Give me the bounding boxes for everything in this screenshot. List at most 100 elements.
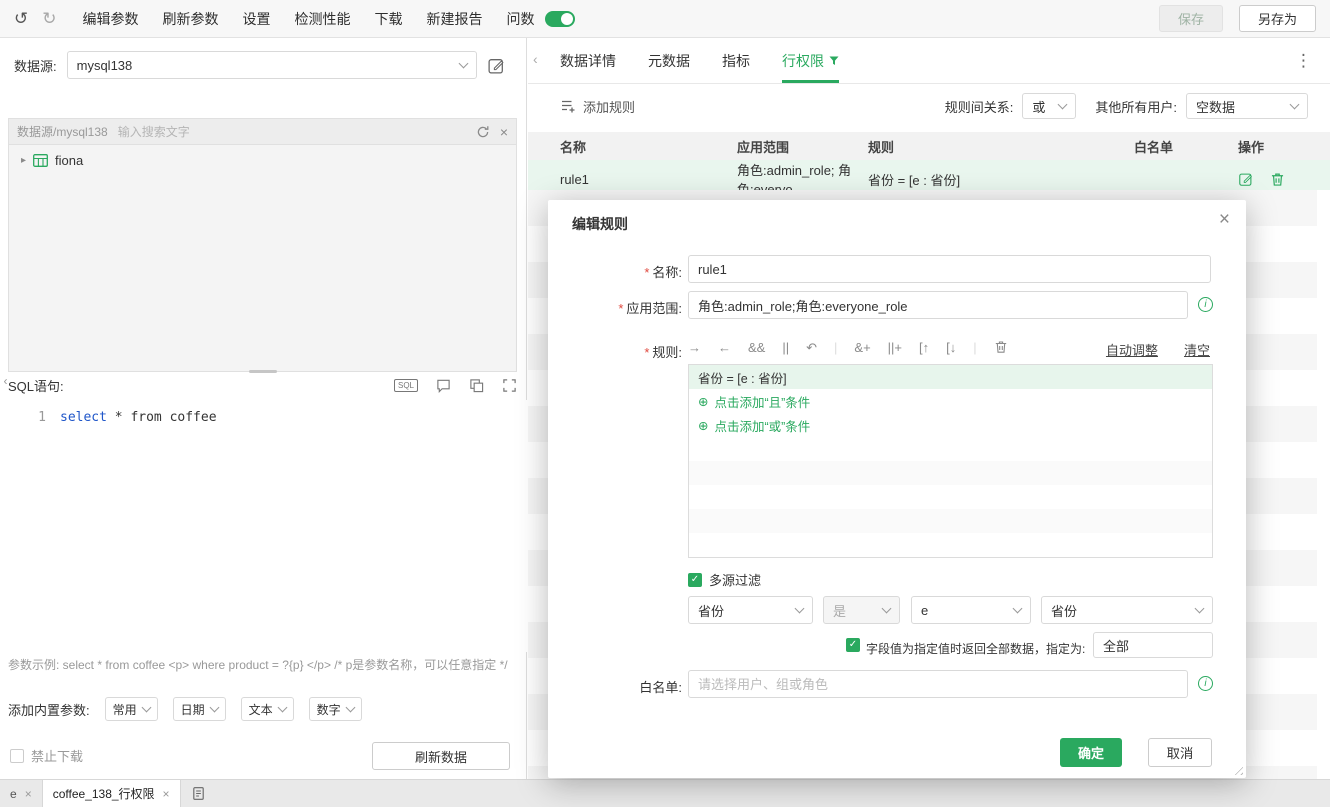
ask-data-toggle[interactable]	[544, 10, 575, 27]
sql-keyword: select	[60, 410, 107, 425]
rule-condition-box: 省份 = [e : 省份] ⊕ 点击添加“且”条件 ⊕ 点击添加“或”条件	[688, 364, 1213, 558]
delete-condition-icon[interactable]	[994, 340, 1008, 354]
datasource-select[interactable]: mysql138	[66, 51, 477, 79]
tab-row-permission[interactable]: 行权限	[782, 38, 839, 83]
tab-metadata[interactable]: 元数据	[648, 38, 690, 83]
menu-ask-data[interactable]: 问数	[507, 9, 535, 29]
copy-icon[interactable]	[469, 378, 484, 393]
whitelist-input[interactable]	[688, 670, 1188, 698]
close-tree-icon[interactable]: ×	[500, 125, 508, 139]
chevron-down-icon	[458, 58, 469, 68]
add-and-group-icon[interactable]: &+	[854, 341, 870, 354]
tree-header: 数据源/mysql138 ×	[9, 119, 516, 145]
menu-download[interactable]: 下载	[375, 9, 403, 29]
indent-right-icon[interactable]: →	[688, 341, 701, 354]
filter-operator-select[interactable]: 是	[823, 596, 900, 624]
or-operator-icon[interactable]: ||	[782, 341, 789, 354]
delete-rule-icon[interactable]	[1270, 172, 1285, 187]
new-tab-icon[interactable]	[181, 780, 216, 807]
refresh-data-button[interactable]: 刷新数据	[372, 742, 510, 770]
col-scope: 应用范围	[737, 139, 790, 155]
tab-metrics[interactable]: 指标	[722, 38, 750, 83]
save-as-button[interactable]: 另存为	[1238, 5, 1316, 32]
line-number: 1	[38, 410, 46, 425]
auto-adjust-link[interactable]: 自动调整	[1106, 340, 1158, 359]
col-operation: 操作	[1238, 139, 1265, 155]
builtin-number-select[interactable]: 数字	[308, 697, 362, 721]
menu-edit-params[interactable]: 编辑参数	[83, 9, 139, 29]
bracket-down-icon[interactable]: [↓	[946, 341, 956, 354]
other-users-select[interactable]: 空数据	[1186, 93, 1308, 119]
redo-icon[interactable]: ↻	[42, 10, 56, 27]
return-all-checkbox[interactable]: ✓	[846, 638, 860, 652]
relation-value: 或	[1032, 99, 1046, 115]
builtin-date-select[interactable]: 日期	[172, 697, 226, 721]
cancel-button[interactable]: 取消	[1148, 738, 1212, 767]
add-and-condition[interactable]: ⊕ 点击添加“且”条件	[689, 389, 1212, 413]
refresh-tree-icon[interactable]	[476, 125, 490, 139]
add-rule-button[interactable]: 添加规则	[560, 97, 635, 116]
tree-search-input[interactable]	[117, 124, 466, 139]
filter-target-select[interactable]: 省份	[1041, 596, 1213, 624]
builtin-common-select[interactable]: 常用	[104, 697, 158, 721]
add-or-condition[interactable]: ⊕ 点击添加“或”条件	[689, 413, 1212, 437]
multi-source-filter-row[interactable]: ✓ 多源过滤	[688, 570, 761, 589]
collapse-left-edge-icon[interactable]: ‹	[0, 368, 11, 394]
chevron-down-icon	[277, 702, 288, 712]
fullscreen-icon[interactable]	[502, 378, 517, 393]
rule-toolbar: → ← && || ↶ | &+ ||+ [↑ [↓ |	[688, 336, 1008, 358]
tab-coffee-138-row-permission[interactable]: coffee_138_行权限 ×	[42, 780, 181, 807]
tab-data-details[interactable]: 数据详情	[560, 38, 616, 83]
close-tab-icon[interactable]: ×	[163, 787, 170, 801]
filter-operator-value: 是	[833, 603, 847, 619]
forbid-download-checkbox[interactable]	[10, 748, 24, 763]
panel-resize-handle[interactable]	[248, 370, 277, 373]
name-input[interactable]	[688, 255, 1211, 283]
scope-input[interactable]	[688, 291, 1188, 319]
row-operations	[1238, 171, 1330, 187]
dialog-resize-handle[interactable]	[1231, 763, 1243, 775]
edit-rule-icon[interactable]	[1238, 171, 1254, 187]
and-operator-icon[interactable]: &&	[748, 341, 765, 354]
undo-icon[interactable]: ↺	[14, 10, 28, 27]
rule-expression[interactable]: 省份 = [e : 省份]	[689, 365, 1212, 389]
more-options-icon[interactable]: ⋮	[1295, 51, 1312, 71]
sql-header-row: SQL语句: SQL	[8, 376, 517, 395]
scope-info-icon[interactable]: i	[1198, 297, 1213, 312]
add-rule-label: 添加规则	[583, 99, 636, 115]
filter-field-select[interactable]: 省份	[688, 596, 813, 624]
empty-rule-row	[689, 509, 1212, 533]
sql-format-icon[interactable]: SQL	[393, 379, 418, 392]
edit-datasource-icon[interactable]	[487, 56, 506, 75]
sql-code-editor[interactable]: 1 select * from coffee	[0, 400, 527, 652]
comment-icon[interactable]	[436, 378, 451, 393]
relation-select[interactable]: 或	[1022, 93, 1077, 119]
close-tab-icon[interactable]: ×	[25, 787, 32, 801]
menu-refresh-params[interactable]: 刷新参数	[163, 9, 219, 29]
table-row[interactable]: rule1 角色:admin_role; 角色:everyo 省份 = [e :…	[528, 160, 1330, 197]
save-button[interactable]: 保存	[1158, 5, 1223, 32]
clear-link[interactable]: 清空	[1184, 340, 1210, 359]
code-line: select * from coffee	[60, 410, 217, 425]
menu-new-report[interactable]: 新建报告	[427, 9, 483, 29]
menu-check-performance[interactable]: 检测性能	[295, 9, 351, 29]
filter-source-select[interactable]: e	[911, 596, 1031, 624]
tab-e[interactable]: e ×	[0, 780, 43, 807]
required-mark: *	[618, 301, 624, 316]
return-all-input[interactable]	[1093, 632, 1213, 658]
close-dialog-icon[interactable]: ×	[1219, 209, 1230, 231]
multi-source-checkbox[interactable]: ✓	[688, 572, 702, 587]
undo-rule-icon[interactable]: ↶	[806, 341, 817, 354]
menu-settings[interactable]: 设置	[243, 9, 271, 29]
builtin-text-select[interactable]: 文本	[240, 697, 294, 721]
ok-button[interactable]: 确定	[1060, 738, 1122, 767]
tree-item-fiona[interactable]: ▸ fiona	[21, 153, 504, 168]
bracket-up-icon[interactable]: [↑	[919, 341, 929, 354]
forbid-download-checkbox-row[interactable]: 禁止下载	[10, 746, 83, 765]
tab-label: 数据详情	[560, 52, 616, 69]
expand-caret-icon[interactable]: ▸	[21, 155, 26, 166]
whitelist-info-icon[interactable]: i	[1198, 676, 1213, 691]
indent-left-icon[interactable]: ←	[718, 341, 731, 354]
collapse-panel-icon[interactable]: ‹	[533, 51, 538, 67]
add-or-group-icon[interactable]: ||+	[888, 341, 902, 354]
